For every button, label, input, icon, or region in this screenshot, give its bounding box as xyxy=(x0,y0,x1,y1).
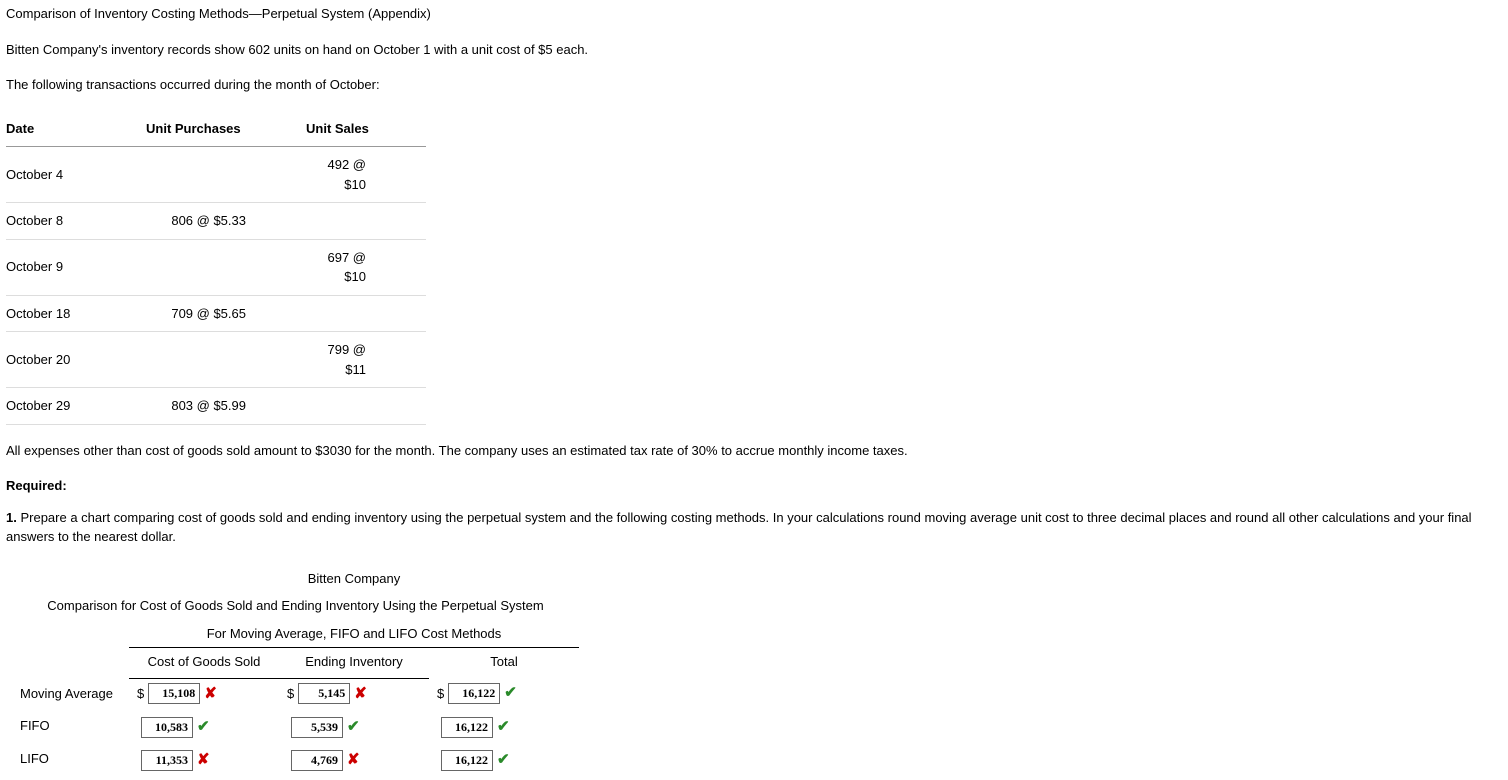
row-label: LIFO xyxy=(12,742,129,775)
cogs-input[interactable] xyxy=(141,750,193,771)
ending-cell: $✘ xyxy=(279,678,429,709)
cell-purchases: 806 @ $5.33 xyxy=(146,203,306,240)
required-label: Required: xyxy=(6,476,1502,496)
check-icon: ✔ xyxy=(497,749,511,772)
col-header-date: Date xyxy=(6,111,146,147)
cogs-cell: ✘ xyxy=(129,742,279,775)
cell-sales xyxy=(306,295,426,332)
row-label: Moving Average xyxy=(12,678,129,709)
intro-paragraph-2: The following transactions occurred duri… xyxy=(6,75,1502,95)
cross-icon: ✘ xyxy=(204,683,218,706)
cell-purchases xyxy=(146,332,306,388)
cell-date: October 29 xyxy=(6,388,146,425)
dollar-sign: $ xyxy=(437,684,444,704)
total-input[interactable] xyxy=(448,683,500,704)
cell-date: October 9 xyxy=(6,239,146,295)
col-header-sales: Unit Sales xyxy=(306,111,426,147)
question-1-text: Prepare a chart comparing cost of goods … xyxy=(6,510,1472,545)
transaction-row: October 9 697 @ $10 xyxy=(6,239,426,295)
cell-sales: 799 @ $11 xyxy=(306,332,426,388)
cogs-input[interactable] xyxy=(141,717,193,738)
check-icon: ✔ xyxy=(347,716,361,739)
check-icon: ✔ xyxy=(497,716,511,739)
problem-title: Comparison of Inventory Costing Methods—… xyxy=(6,4,1502,24)
question-1-number: 1. xyxy=(6,510,17,525)
ending-input[interactable] xyxy=(291,717,343,738)
answer-title-1: Bitten Company xyxy=(129,565,579,593)
answer-title-3: For Moving Average, FIFO and LIFO Cost M… xyxy=(129,620,579,648)
col-header-cogs: Cost of Goods Sold xyxy=(129,648,279,679)
answer-row: Moving Average$✘$✘$✔ xyxy=(12,678,579,709)
col-header-purchases: Unit Purchases xyxy=(146,111,306,147)
cell-date: October 4 xyxy=(6,147,146,203)
answer-row: LIFO ✘ ✘ ✔ xyxy=(12,742,579,775)
total-cell: ✔ xyxy=(429,709,579,742)
cell-sales: 492 @ $10 xyxy=(306,147,426,203)
cell-purchases: 803 @ $5.99 xyxy=(146,388,306,425)
cell-sales xyxy=(306,203,426,240)
col-header-ending: Ending Inventory xyxy=(279,648,429,679)
total-cell: ✔ xyxy=(429,742,579,775)
transaction-row: October 18709 @ $5.65 xyxy=(6,295,426,332)
cross-icon: ✘ xyxy=(347,749,361,772)
transaction-row: October 20 799 @ $11 xyxy=(6,332,426,388)
total-input[interactable] xyxy=(441,717,493,738)
cell-purchases: 709 @ $5.65 xyxy=(146,295,306,332)
cross-icon: ✘ xyxy=(197,749,211,772)
cogs-cell: ✔ xyxy=(129,709,279,742)
answer-chart: Bitten Company Comparison for Cost of Go… xyxy=(12,565,579,776)
cell-purchases xyxy=(146,147,306,203)
row-label: FIFO xyxy=(12,709,129,742)
transaction-row: October 8806 @ $5.33 xyxy=(6,203,426,240)
cell-date: October 20 xyxy=(6,332,146,388)
ending-input[interactable] xyxy=(291,750,343,771)
ending-input[interactable] xyxy=(298,683,350,704)
answer-row: FIFO ✔ ✔ ✔ xyxy=(12,709,579,742)
check-icon: ✔ xyxy=(197,716,211,739)
cell-sales: 697 @ $10 xyxy=(306,239,426,295)
question-1: 1. Prepare a chart comparing cost of goo… xyxy=(6,508,1502,547)
ending-cell: ✔ xyxy=(279,709,429,742)
cross-icon: ✘ xyxy=(354,683,368,706)
cogs-cell: $✘ xyxy=(129,678,279,709)
answer-title-2: Comparison for Cost of Goods Sold and En… xyxy=(12,592,579,620)
transactions-table: Date Unit Purchases Unit Sales October 4… xyxy=(6,111,426,425)
total-input[interactable] xyxy=(441,750,493,771)
intro-paragraph-1: Bitten Company's inventory records show … xyxy=(6,40,1502,60)
intro-paragraph-3: All expenses other than cost of goods so… xyxy=(6,441,1502,461)
check-icon: ✔ xyxy=(504,682,518,705)
total-cell: $✔ xyxy=(429,678,579,709)
dollar-sign: $ xyxy=(137,684,144,704)
dollar-sign: $ xyxy=(287,684,294,704)
cell-purchases xyxy=(146,239,306,295)
transaction-row: October 4 492 @ $10 xyxy=(6,147,426,203)
transaction-row: October 29803 @ $5.99 xyxy=(6,388,426,425)
cell-sales xyxy=(306,388,426,425)
col-header-total: Total xyxy=(429,648,579,679)
ending-cell: ✘ xyxy=(279,742,429,775)
cell-date: October 18 xyxy=(6,295,146,332)
cogs-input[interactable] xyxy=(148,683,200,704)
cell-date: October 8 xyxy=(6,203,146,240)
